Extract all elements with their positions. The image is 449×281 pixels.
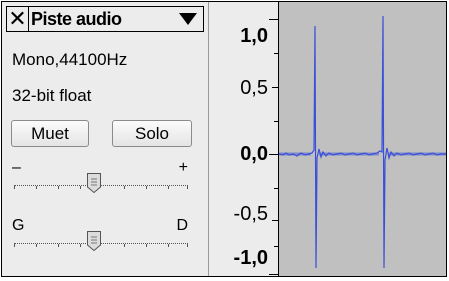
slider-tick	[14, 244, 15, 247]
ruler-tick	[274, 53, 278, 54]
mute-button[interactable]: Muet	[11, 120, 89, 147]
gain-plus-label: +	[178, 159, 188, 176]
pan-right-label: D	[176, 217, 188, 234]
ruler-tick	[274, 246, 278, 247]
slider-tick	[187, 244, 188, 247]
ruler-label-minus-0-5: -0,5	[233, 203, 268, 225]
track-title-bar: ✕ Piste audio	[6, 6, 204, 32]
ruler-tick	[272, 220, 278, 221]
slider-tick	[146, 186, 147, 189]
gain-slider-thumb[interactable]	[86, 172, 102, 194]
amplitude-ruler[interactable]: 1,0 0,5 0,0 -0,5 -1,0	[209, 2, 279, 276]
slider-tick	[58, 244, 59, 247]
pan-slider-thumb[interactable]	[86, 230, 102, 252]
track-format-label: Mono,44100Hz	[12, 50, 128, 69]
slider-tick	[146, 244, 147, 247]
gain-minus-label: –	[12, 159, 21, 176]
slider-tick	[36, 186, 37, 189]
slider-tick	[80, 186, 81, 189]
ruler-label-0-5: 0,5	[240, 77, 268, 99]
slider-tick	[187, 186, 188, 189]
waveform-line	[278, 15, 446, 269]
ruler-tick	[269, 154, 278, 155]
track-name-menu[interactable]: Piste audio	[31, 7, 181, 31]
slider-tick	[14, 186, 15, 189]
slider-tick	[36, 244, 37, 247]
track-bitdepth-label: 32-bit float	[12, 86, 92, 105]
slider-tick	[58, 186, 59, 189]
gain-slider[interactable]: – +	[12, 160, 192, 196]
ruler-tick	[274, 188, 278, 189]
waveform-svg	[278, 15, 446, 269]
slider-tick	[168, 244, 169, 247]
slider-tick	[80, 244, 81, 247]
close-icon: ✕	[8, 6, 27, 31]
dropdown-arrow-icon[interactable]	[179, 13, 197, 25]
ruler-tick	[272, 87, 278, 88]
slider-tick	[124, 244, 125, 247]
ruler-label-1: 1,0	[240, 25, 268, 47]
solo-button[interactable]: Solo	[112, 120, 192, 147]
ruler-tick	[274, 121, 278, 122]
track-control-panel[interactable]: ✕ Piste audio Mono,44100Hz 32-bit float …	[2, 2, 209, 276]
close-track-button[interactable]: ✕	[7, 7, 29, 31]
pan-left-label: G	[12, 217, 25, 234]
pan-slider[interactable]: G D	[12, 218, 192, 254]
audio-track: ✕ Piste audio Mono,44100Hz 32-bit float …	[1, 1, 447, 277]
ruler-tick	[269, 19, 278, 20]
ruler-label-minus-1: -1,0	[233, 247, 268, 269]
ruler-label-0: 0,0	[240, 143, 268, 165]
waveform-display[interactable]	[278, 2, 446, 276]
slider-tick	[168, 186, 169, 189]
slider-tick	[124, 186, 125, 189]
ruler-tick	[269, 274, 278, 275]
